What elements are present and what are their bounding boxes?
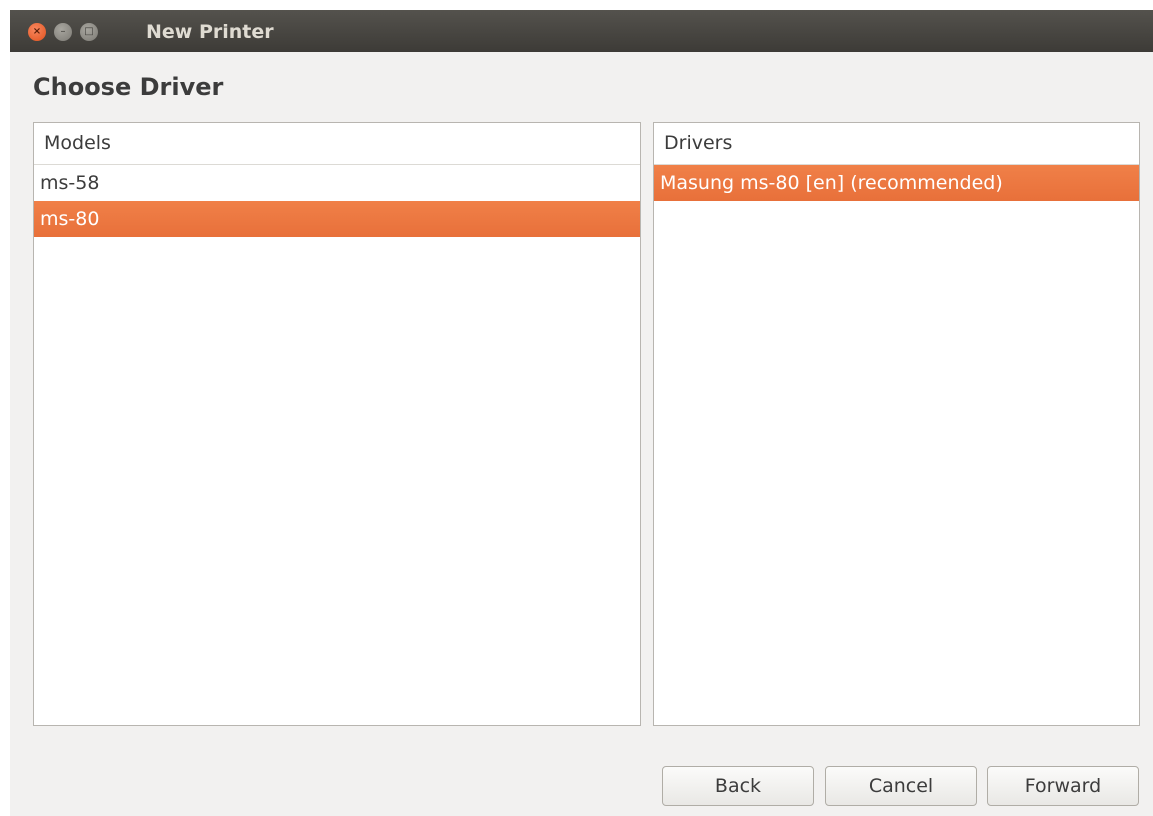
back-button[interactable]: Back (662, 766, 814, 806)
model-item-ms-80[interactable]: ms-80 (34, 201, 640, 237)
new-printer-window: × – □ New Printer Choose Driver Models m… (10, 10, 1153, 816)
models-list[interactable]: Models ms-58 ms-80 (33, 122, 641, 726)
close-window-icon[interactable]: × (28, 23, 46, 41)
maximize-window-icon[interactable]: □ (80, 23, 98, 41)
title-bar[interactable]: × – □ New Printer (10, 10, 1153, 52)
models-column-header[interactable]: Models (34, 123, 640, 165)
minimize-window-icon[interactable]: – (54, 23, 72, 41)
forward-button[interactable]: Forward (987, 766, 1139, 806)
window-title: New Printer (146, 21, 274, 43)
drivers-column-header[interactable]: Drivers (654, 123, 1139, 165)
page-title: Choose Driver (33, 73, 224, 101)
model-item-ms-58[interactable]: ms-58 (34, 165, 640, 201)
driver-item-masung-ms-80[interactable]: Masung ms-80 [en] (recommended) (654, 165, 1139, 201)
drivers-list[interactable]: Drivers Masung ms-80 [en] (recommended) (653, 122, 1140, 726)
cancel-button[interactable]: Cancel (825, 766, 977, 806)
